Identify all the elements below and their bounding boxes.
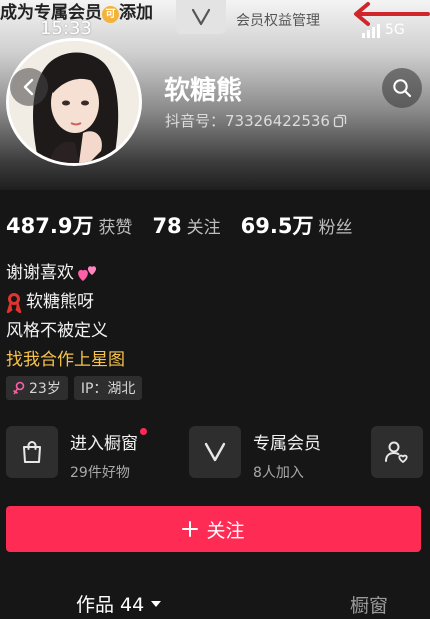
star-map-link[interactable]: 找我合作上星图 — [6, 346, 125, 375]
stat-label: 获赞 — [98, 218, 133, 238]
tab-shop-window[interactable]: 橱窗 — [350, 591, 388, 618]
back-button[interactable] — [10, 68, 48, 106]
network-type: 5G — [385, 22, 405, 38]
bio-line: 谢谢喜欢 — [6, 259, 125, 288]
entry-icon-box — [6, 426, 58, 478]
profile-stats: 487.9万 获赞 78 关注 69.5万 粉丝 — [6, 210, 373, 240]
douyin-id-text: 抖音号：73326422536 — [165, 112, 330, 130]
ribbon-icon — [6, 292, 22, 313]
shopping-bag-icon — [23, 441, 41, 463]
v-member-icon — [204, 442, 226, 462]
bio-text: 软糖熊呀 — [26, 292, 94, 312]
status-time: 15:33 — [40, 18, 92, 39]
bio-text: 谢谢喜欢 — [6, 263, 74, 283]
bio-line: 风格不被定义 — [6, 317, 125, 346]
profile-nickname: 软糖熊 — [164, 76, 243, 106]
signal-icon — [362, 24, 380, 38]
user-heart-icon — [385, 441, 408, 463]
age-text: 23岁 — [29, 381, 61, 397]
member-count: 8人加入 — [253, 465, 304, 481]
bio-line: 找我合作上星图 — [6, 346, 125, 375]
stat-following[interactable]: 78 关注 — [152, 213, 220, 238]
copy-icon[interactable] — [333, 114, 347, 128]
promo-suffix: 添加 — [119, 3, 153, 23]
bio-line: 软糖熊呀 — [6, 288, 125, 317]
profile-tags: 23岁 IP：湖北 — [6, 376, 143, 400]
bio-text: 风格不被定义 — [6, 321, 108, 341]
tab-works-label: 作品 44 — [76, 594, 145, 616]
friend-entry[interactable] — [371, 426, 423, 478]
shop-window-count: 29件好物 — [70, 465, 130, 481]
member-benefits-manage-link[interactable]: 会员权益管理 — [236, 10, 320, 30]
stat-followers[interactable]: 69.5万 粉丝 — [241, 210, 353, 240]
entry-icon-box — [371, 426, 423, 478]
notification-dot — [140, 428, 147, 435]
age-tag: 23岁 — [6, 376, 68, 400]
shop-window-entry[interactable]: 进入橱窗 29件好物 — [6, 426, 147, 482]
plus-icon — [182, 521, 199, 537]
member-title: 专属会员 — [253, 434, 321, 454]
stat-likes[interactable]: 487.9万 获赞 — [6, 210, 132, 240]
stat-value: 487.9万 — [6, 214, 94, 238]
search-button[interactable] — [382, 68, 422, 108]
ip-tag: IP：湖北 — [73, 376, 143, 400]
chevron-left-icon — [23, 78, 34, 96]
tab-works[interactable]: 作品 44 — [76, 590, 162, 617]
douyin-id[interactable]: 抖音号：73326422536 — [165, 110, 347, 131]
status-indicators: 5G — [362, 22, 405, 38]
follow-button[interactable]: 关注 — [6, 506, 421, 552]
search-icon — [393, 79, 412, 98]
member-entry[interactable]: 专属会员 8人加入 — [189, 426, 321, 482]
caret-down-icon — [151, 600, 162, 607]
stat-label: 粉丝 — [318, 218, 353, 238]
two-hearts-icon — [78, 265, 97, 281]
follow-label: 关注 — [206, 519, 245, 542]
profile-bio: 谢谢喜欢 软糖熊呀 风格不被定义 找我合作上星图 — [6, 259, 125, 375]
ip-text: IP：湖北 — [80, 381, 136, 397]
member-card-thumbnail[interactable] — [176, 0, 226, 34]
v-logo-icon — [191, 8, 211, 26]
entry-text: 进入橱窗 29件好物 — [70, 426, 147, 482]
female-icon — [13, 381, 25, 395]
coin-icon: 可 — [102, 6, 119, 23]
shop-window-title-text: 进入橱窗 — [70, 434, 138, 454]
stat-label: 关注 — [186, 218, 221, 238]
stat-value: 78 — [152, 214, 182, 238]
entry-text: 专属会员 8人加入 — [253, 426, 321, 482]
shop-window-title: 进入橱窗 — [70, 428, 147, 454]
entry-icon-box — [189, 426, 241, 478]
stat-value: 69.5万 — [240, 214, 314, 238]
